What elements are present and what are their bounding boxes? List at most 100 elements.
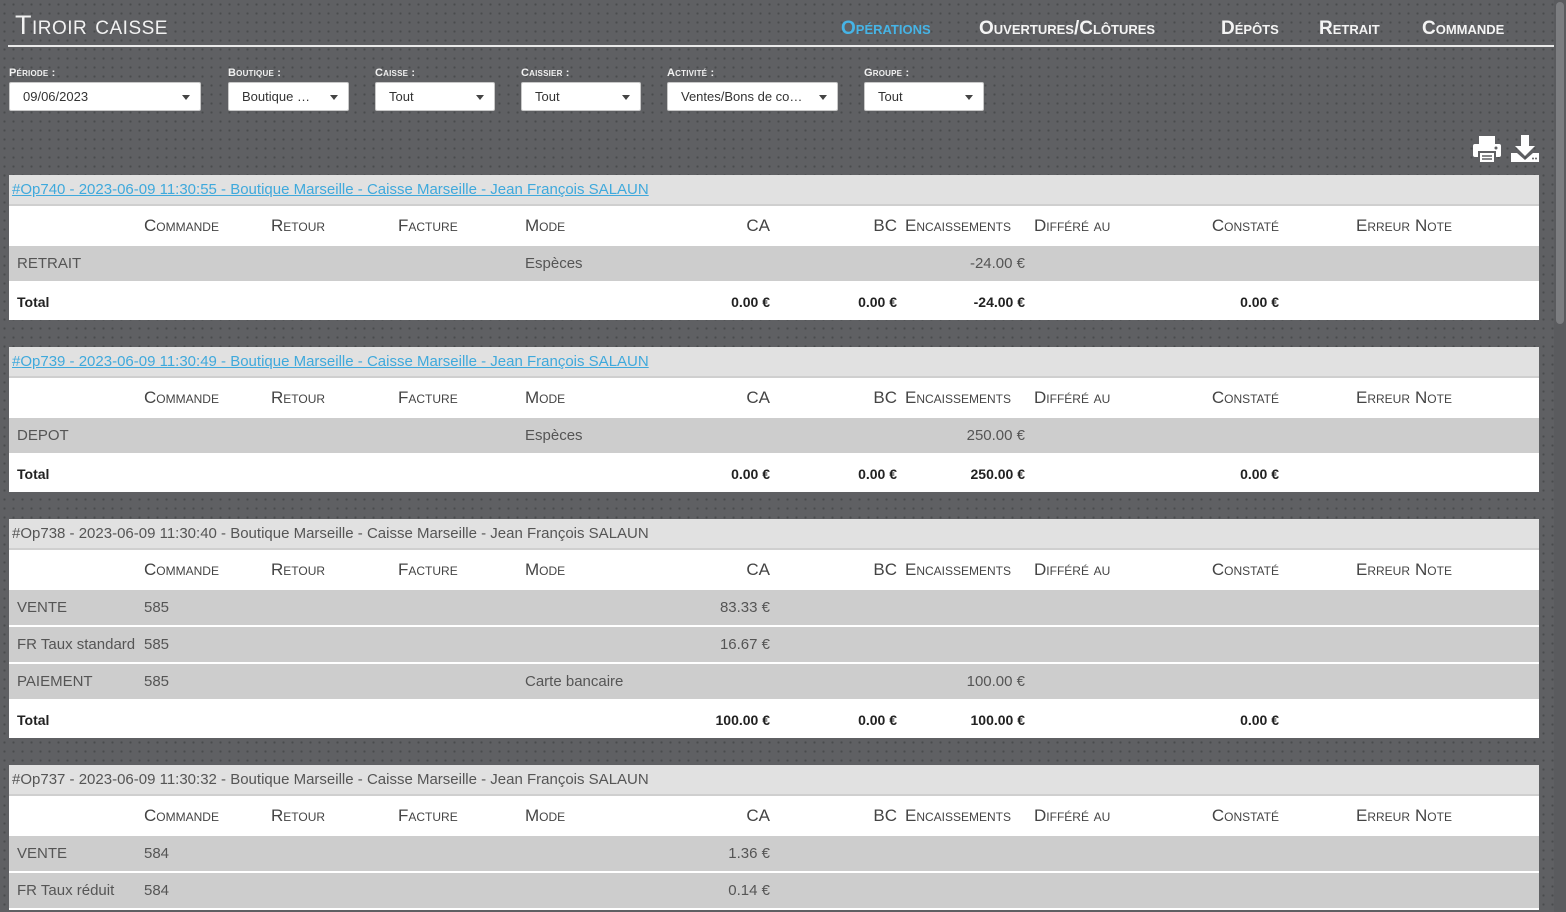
table-row: FR Taux standard 585 16.67 € (9, 627, 1539, 664)
cell-retour (271, 246, 391, 281)
cell-retour-header: Retour (271, 806, 326, 825)
cell-erreur (1299, 627, 1410, 662)
cell-erreur (1299, 590, 1410, 625)
cell-label-header (17, 378, 137, 418)
cell-encaissements-header: Encaissements (905, 806, 1012, 825)
cell-constate-total: 0.00 € (1240, 465, 1279, 482)
operation-title: #Op738 - 2023-06-09 11:30:40 - Boutique … (9, 519, 1539, 550)
cell-bc (779, 418, 897, 453)
table-row: RETRAIT Espèces -24.00 € (9, 246, 1539, 283)
cell-ca-header: CA (746, 216, 770, 235)
cell-encaissements (905, 627, 1025, 662)
cell-constate (1159, 836, 1279, 871)
filter-label: Période : (9, 67, 56, 79)
cell-commande (144, 418, 264, 453)
cell-note-total (1415, 283, 1515, 320)
cell-ca-total: 0.00 € (731, 465, 770, 482)
tab-ouvertures-clotures[interactable]: Ouvertures/Clôtures (979, 19, 1155, 38)
cell-note (1415, 664, 1515, 699)
boutique-select[interactable]: Boutique Marseille (228, 82, 349, 111)
select-value: 09/06/2023 (23, 89, 89, 104)
cell-retour-header: Retour (271, 560, 326, 579)
groupe-select[interactable]: Tout (864, 82, 984, 111)
tab-operations[interactable]: Opérations (841, 19, 931, 38)
cell-constate (1159, 664, 1279, 699)
cell-bc (779, 873, 897, 908)
cell-ca (649, 418, 770, 453)
app-header: Tiroir caisse Opérations Ouvertures/Clôt… (8, 0, 1554, 47)
cell-facture (398, 627, 518, 662)
cell-commande-header: Commande (144, 216, 219, 235)
cell-erreur (1299, 836, 1410, 871)
cell-encaissements-total: -24.00 € (973, 293, 1025, 310)
operation-block: #Op738 - 2023-06-09 11:30:40 - Boutique … (9, 519, 1539, 738)
filter-label: Boutique : (228, 67, 282, 79)
cell-note-total (1415, 455, 1515, 492)
activite-select[interactable]: Ventes/Bons de commande (667, 82, 838, 111)
cell-commande-total (144, 455, 264, 492)
cell-constate (1159, 246, 1279, 281)
cell-commande-total (144, 701, 264, 738)
cell-bc-header: BC (873, 560, 897, 579)
scrollbar[interactable] (1554, 0, 1566, 912)
cell-erreur (1299, 873, 1410, 908)
cell-facture (398, 664, 518, 699)
cell-ca-total: 0.00 € (731, 293, 770, 310)
cell-commande: 585 (144, 673, 170, 690)
cell-ca-header: CA (746, 806, 770, 825)
cell-bc-total: 0.00 € (858, 711, 897, 728)
table-row: VENTE 585 83.33 € (9, 590, 1539, 627)
filter-label: Groupe : (864, 67, 910, 79)
cell-retour-total (271, 455, 391, 492)
download-icon[interactable] (1509, 133, 1541, 165)
tab-commande[interactable]: Commande (1422, 19, 1504, 38)
cell-bc-header: BC (873, 216, 897, 235)
cell-facture-total (398, 455, 518, 492)
table-header-row: Commande Retour Facture Mode CA BC Encaissemen… (9, 550, 1539, 590)
cell-commande: 585 (144, 636, 170, 653)
tab-retrait[interactable]: Retrait (1319, 19, 1380, 38)
filter-label: Activité : (667, 67, 715, 79)
caret-down-icon (182, 95, 190, 100)
cell-encaissements-header: Encaissements (905, 216, 1012, 235)
cell-note (1415, 873, 1515, 908)
cell-erreur-total (1299, 455, 1410, 492)
cell-label: VENTE (17, 845, 68, 862)
cell-retour (271, 418, 391, 453)
cell-note-header: Note (1415, 560, 1452, 579)
cell-commande (144, 246, 264, 281)
cell-bc-total: 0.00 € (858, 465, 897, 482)
cell-label-header (17, 550, 137, 590)
scroll-thumb[interactable] (1556, 2, 1564, 324)
cell-encaissements: 100.00 € (966, 673, 1025, 690)
operation-title-link[interactable]: #Op739 - 2023-06-09 11:30:49 - Boutique … (9, 347, 1539, 378)
cell-note (1415, 246, 1515, 281)
caisse-select[interactable]: Tout (375, 82, 495, 111)
cell-constate-header: Constaté (1211, 560, 1279, 579)
cell-bc-header: BC (873, 388, 897, 407)
caret-down-icon (965, 95, 973, 100)
cell-ca (649, 246, 770, 281)
cell-facture-header: Facture (398, 216, 458, 235)
cell-note (1415, 418, 1515, 453)
operation-block: #Op740 - 2023-06-09 11:30:55 - Boutique … (9, 175, 1539, 320)
operation-title-link[interactable]: #Op740 - 2023-06-09 11:30:55 - Boutique … (9, 175, 1539, 206)
cell-commande: 585 (144, 599, 170, 616)
filter-activite: Activité : Ventes/Bons de commande (667, 66, 838, 111)
periode-select[interactable]: 09/06/2023 (9, 82, 201, 111)
cell-constate-header: Constaté (1211, 216, 1279, 235)
cell-ca: 1.36 € (728, 845, 770, 862)
caret-down-icon (330, 95, 338, 100)
filter-boutique: Boutique : Boutique Marseille (228, 66, 349, 111)
printer-icon[interactable] (1471, 133, 1503, 165)
cell-encaissements: 250.00 € (966, 427, 1025, 444)
caissier-select[interactable]: Tout (521, 82, 641, 111)
caret-down-icon (819, 95, 827, 100)
tab-depots[interactable]: Dépôts (1221, 19, 1279, 38)
cell-commande-total (144, 283, 264, 320)
cell-commande: 584 (144, 882, 170, 899)
cell-ca (649, 664, 770, 699)
cell-erreur-total (1299, 701, 1410, 738)
table-total-row: Total 0.00 € 0.00 € -24.00 € 0.00 € (9, 283, 1539, 320)
cell-bc (779, 590, 897, 625)
